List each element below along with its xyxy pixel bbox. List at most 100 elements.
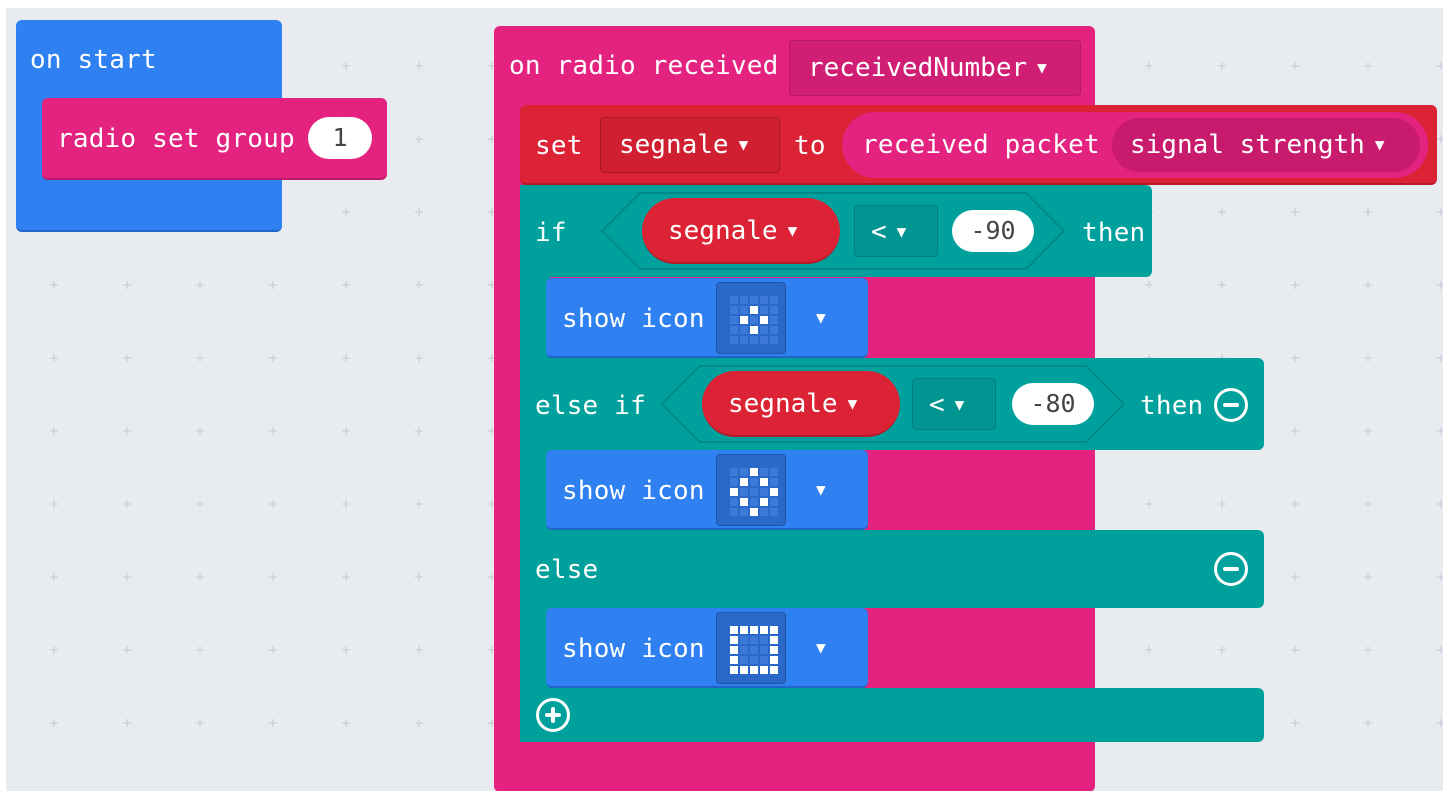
add-else-if-button[interactable] [536,698,570,732]
led-pixel [750,326,758,334]
show-icon-label: show icon [562,476,705,506]
led-pixel [730,336,738,344]
led-pixel [760,646,768,654]
workspace-canvas[interactable]: on start radio set group 1 on radio rece… [6,8,1443,791]
condition-2-variable-name: segnale [728,389,838,419]
led-pixel [770,306,778,314]
led-pixel [730,646,738,654]
led-pixel [750,306,758,314]
set-variable-dropdown[interactable]: segnale ▼ [600,117,780,173]
caret-down-icon: ▼ [954,395,965,414]
led-pixel [750,508,758,516]
led-pixel [740,666,748,674]
caret-down-icon[interactable]: ▼ [816,638,826,657]
icon-picker-small-diamond[interactable] [716,282,786,354]
led-pixel [760,468,768,476]
led-pixel [740,296,748,304]
icon-picker-square[interactable] [716,612,786,684]
else-if-row[interactable]: else if segnale ▼ < ▼ -80 then [520,358,1264,450]
set-label: set [535,131,583,161]
led-pixel [750,488,758,496]
caret-down-icon[interactable]: ▼ [816,308,826,327]
condition-1-operator: < [871,217,887,247]
led-pixel [770,656,778,664]
led-pixel [740,626,748,634]
led-pixel [760,296,768,304]
led-pixel [770,636,778,644]
received-packet-label: received packet [862,130,1100,160]
remove-else-button[interactable] [1214,552,1248,586]
led-pixel [750,468,758,476]
led-pixel [770,296,778,304]
condition-2-value-input[interactable]: -80 [1012,383,1094,425]
icon-picker-diamond[interactable] [716,454,786,526]
caret-down-icon[interactable]: ▼ [816,480,826,499]
condition-1-variable[interactable]: segnale ▼ [642,198,840,264]
received-number-param[interactable]: receivedNumber ▼ [789,40,1081,96]
led-pixel [730,666,738,674]
led-pixel [740,488,748,496]
packet-property-name: signal strength [1130,130,1365,160]
caret-down-icon: ▼ [1037,58,1047,77]
led-pixel [750,636,758,644]
show-icon-block-2[interactable]: show icon ▼ [546,450,868,530]
led-pixel [760,316,768,324]
led-pixel [770,478,778,486]
led-grid [729,625,779,675]
led-grid [729,295,779,345]
led-pixel [750,316,758,324]
led-pixel [750,336,758,344]
condition-2-variable[interactable]: segnale ▼ [702,371,900,437]
condition-1-operator-dropdown[interactable]: < ▼ [854,205,938,257]
led-pixel [750,296,758,304]
led-pixel [740,636,748,644]
led-pixel [730,626,738,634]
condition-2-operator: < [929,390,945,420]
radio-set-group-block[interactable]: radio set group 1 [42,98,387,180]
led-pixel [730,306,738,314]
show-icon-block-1[interactable]: show icon ▼ [546,278,868,358]
led-pixel [740,316,748,324]
show-icon-label: show icon [562,634,705,664]
led-pixel [750,646,758,654]
condition-1-value-input[interactable]: -90 [952,210,1034,252]
show-icon-block-3[interactable]: show icon ▼ [546,608,868,688]
caret-down-icon: ▼ [787,221,798,240]
led-pixel [750,626,758,634]
on-radio-received-label: on radio received [509,51,779,81]
led-pixel [730,636,738,644]
led-pixel [760,508,768,516]
led-pixel [760,656,768,664]
caret-down-icon: ▼ [896,222,907,241]
led-pixel [740,306,748,314]
received-packet-block[interactable]: received packet signal strength ▼ [842,112,1428,178]
if-add-row[interactable] [520,688,1264,742]
set-variable-block[interactable]: set segnale ▼ to received packet signal … [520,105,1437,185]
condition-2-operator-dropdown[interactable]: < ▼ [912,378,996,430]
led-pixel [770,498,778,506]
led-pixel [740,336,748,344]
led-pixel [760,326,768,334]
else-if-label: else if [535,391,646,421]
on-start-label: on start [30,45,157,75]
led-pixel [750,666,758,674]
remove-else-if-button[interactable] [1214,388,1248,422]
led-pixel [760,478,768,486]
else-label: else [535,555,599,585]
led-pixel [750,478,758,486]
else-row[interactable]: else [520,530,1264,608]
led-pixel [730,656,738,664]
led-pixel [770,316,778,324]
show-icon-label: show icon [562,304,705,334]
then-label: then [1140,391,1204,421]
led-pixel [770,666,778,674]
if-row[interactable]: if segnale ▼ < ▼ -90 then [520,185,1152,277]
led-pixel [750,498,758,506]
caret-down-icon: ▼ [1374,135,1385,154]
led-pixel [770,468,778,476]
packet-property-dropdown[interactable]: signal strength ▼ [1112,118,1420,172]
radio-set-group-label: radio set group [57,124,295,154]
radio-group-value-input[interactable]: 1 [308,117,372,159]
led-pixel [730,498,738,506]
then-label: then [1082,218,1146,248]
